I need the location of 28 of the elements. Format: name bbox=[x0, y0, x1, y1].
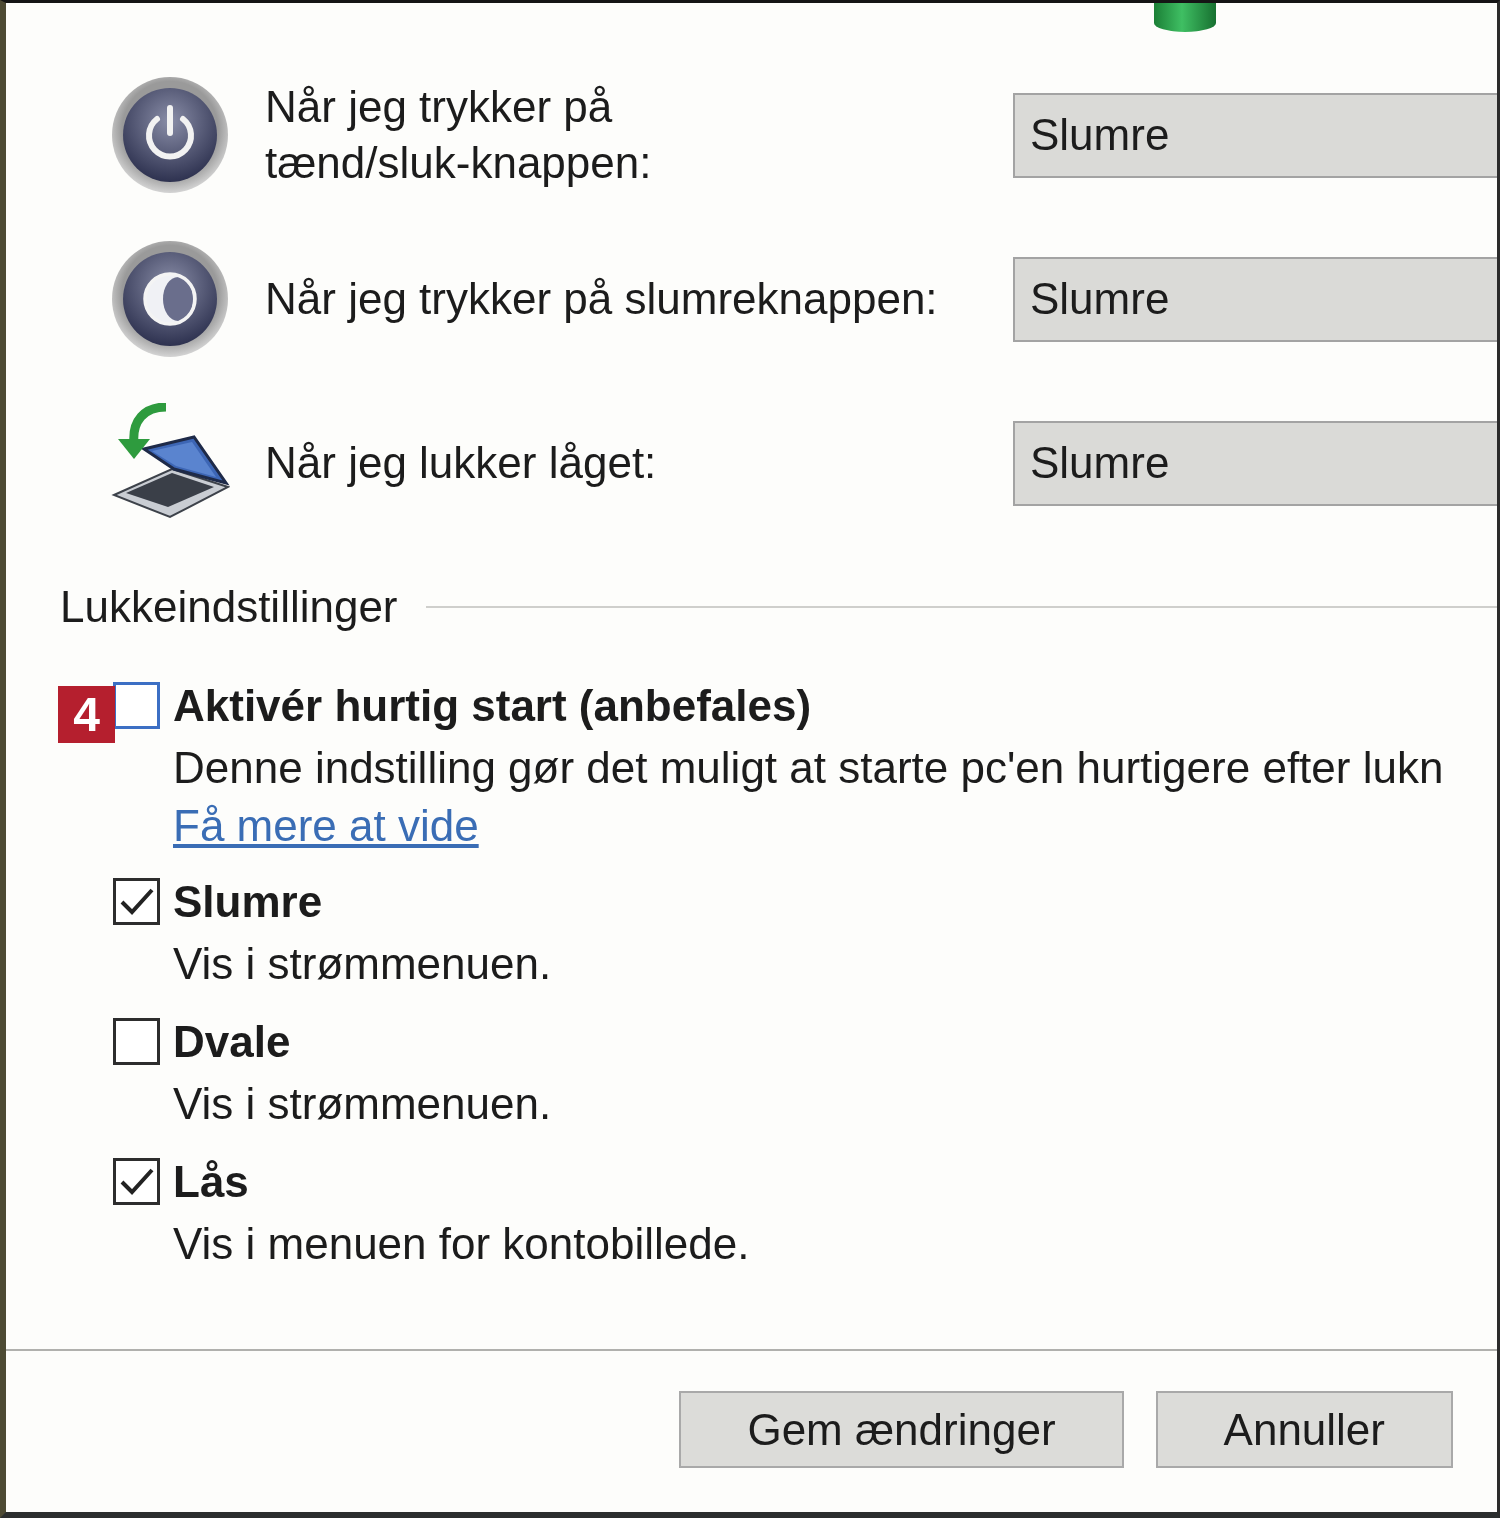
option-label: Aktivér hurtig start (anbefales) bbox=[173, 682, 812, 729]
cancel-button[interactable]: Annuller bbox=[1155, 1391, 1453, 1468]
action-dropdown[interactable]: Slumre bbox=[1013, 92, 1497, 178]
action-label: Når jeg lukker låget: bbox=[265, 437, 658, 489]
option-label: Dvale bbox=[173, 1018, 291, 1065]
option-description: Denne indstilling gør det muligt at starte pc'en hurtigere efter lukn bbox=[173, 742, 1444, 794]
action-dropdown[interactable]: Slumre bbox=[1013, 420, 1497, 506]
save-button[interactable]: Gem ændringer bbox=[679, 1391, 1124, 1468]
check-icon bbox=[119, 1167, 154, 1196]
checkbox[interactable] bbox=[113, 1018, 160, 1065]
action-label: Når jeg trykker på tænd/sluk-knappen: bbox=[265, 81, 653, 189]
moon-icon bbox=[110, 239, 230, 359]
option-description: Vis i menuen for kontobillede. bbox=[173, 1218, 750, 1270]
cylinder-icon bbox=[1152, 3, 1218, 33]
power-icon bbox=[110, 75, 230, 195]
checkbox[interactable] bbox=[113, 682, 160, 729]
action-label: Når jeg trykker på slumreknappen: bbox=[265, 273, 939, 325]
learn-more-link[interactable]: Få mere at vide bbox=[173, 798, 479, 854]
check-icon bbox=[119, 887, 154, 916]
checkbox[interactable] bbox=[113, 1158, 160, 1205]
option-description: Vis i strømmenuen. bbox=[173, 938, 552, 990]
action-dropdown[interactable]: Slumre bbox=[1013, 256, 1497, 342]
section-title: Lukkeindstillinger bbox=[60, 582, 398, 632]
option-description: Vis i strømmenuen. bbox=[173, 1078, 552, 1130]
checkbox[interactable] bbox=[113, 878, 160, 925]
option-label: Slumre bbox=[173, 878, 323, 925]
step-badge: 4 bbox=[58, 686, 115, 743]
option-label: Lås bbox=[173, 1158, 249, 1205]
